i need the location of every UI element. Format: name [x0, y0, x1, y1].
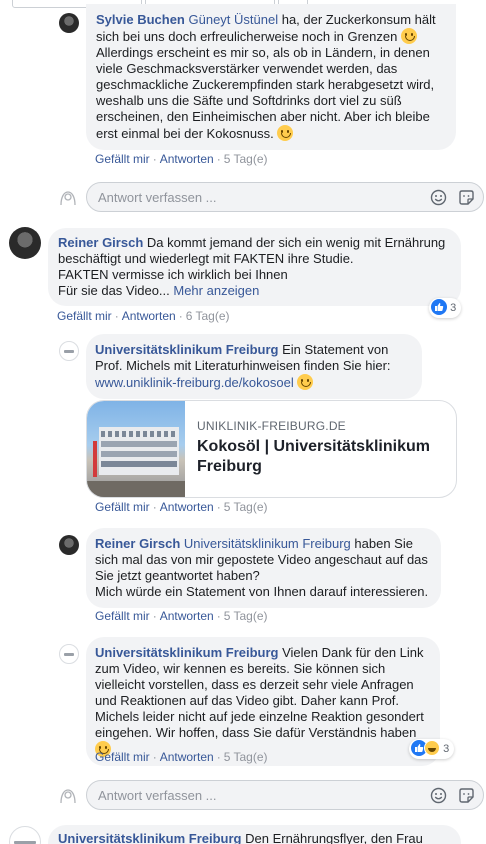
- emoji-picker-icon[interactable]: [430, 189, 447, 206]
- smiley-emoji: [400, 28, 417, 44]
- avatar[interactable]: [9, 227, 41, 259]
- reply-link[interactable]: Antworten: [160, 750, 214, 764]
- sticker-icon[interactable]: [458, 189, 475, 206]
- like-link[interactable]: Gefällt mir: [57, 309, 112, 323]
- reaction-number: 3: [450, 302, 457, 314]
- comment-text: Für sie das Video...: [58, 283, 174, 298]
- emoji-picker-icon[interactable]: [430, 787, 447, 804]
- reaction-count[interactable]: 3: [429, 298, 462, 318]
- external-link[interactable]: www.uniklinik-freiburg.de/kokosoel: [95, 375, 294, 390]
- comment-bubble: Universitätsklinikum Freiburg Ein Statem…: [86, 334, 422, 399]
- timestamp[interactable]: 5 Tag(e): [224, 750, 268, 764]
- comment-bubble: Sylvie Buchen Güneyt Üstünel ha, der Zuc…: [86, 4, 456, 150]
- avatar[interactable]: [59, 13, 79, 33]
- comment-bubble: Reiner Girsch Da kommt jemand der sich e…: [48, 228, 461, 306]
- reply-link[interactable]: Antworten: [160, 152, 214, 166]
- reply-link[interactable]: Antworten: [160, 500, 214, 514]
- comment-bubble: Universitätsklinikum Freiburg Den Ernähr…: [48, 825, 461, 844]
- reply-link[interactable]: Antworten: [122, 309, 176, 323]
- comment-actions: Gefällt mir · Antworten · 5 Tag(e): [95, 152, 268, 166]
- comment-bubble: Universitätsklinikum Freiburg Vielen Dan…: [86, 637, 440, 766]
- reply-input[interactable]: Antwort verfassen ...: [86, 182, 484, 212]
- comment-actions: Gefällt mir · Antworten · 6 Tag(e): [57, 309, 230, 323]
- reply-link[interactable]: Antworten: [160, 609, 214, 623]
- comment-author[interactable]: Universitätsklinikum Freiburg: [95, 645, 279, 660]
- see-more-link[interactable]: Mehr anzeigen: [173, 283, 259, 298]
- avatar[interactable]: [59, 341, 79, 361]
- comment-author[interactable]: Universitätsklinikum Freiburg: [95, 342, 279, 357]
- timestamp[interactable]: 6 Tag(e): [186, 309, 230, 323]
- comment-actions: Gefällt mir · Antworten · 5 Tag(e): [95, 609, 268, 623]
- like-link[interactable]: Gefällt mir: [95, 750, 150, 764]
- comment-text: FAKTEN vermisse ich wirklich bei Ihnen: [58, 267, 288, 282]
- comment-bubble: Reiner Girsch Universitätsklinikum Freib…: [86, 528, 441, 608]
- preview-domain: UNIKLINIK-FREIBURG.DE: [197, 419, 346, 433]
- like-link[interactable]: Gefällt mir: [95, 152, 150, 166]
- comment-author[interactable]: Reiner Girsch: [58, 235, 143, 250]
- haha-reaction-icon: [424, 740, 440, 756]
- current-user-avatar: [57, 187, 79, 209]
- timestamp[interactable]: 5 Tag(e): [224, 152, 268, 166]
- comment-actions: Gefällt mir · Antworten · 5 Tag(e): [95, 500, 268, 514]
- avatar[interactable]: [59, 644, 79, 664]
- comment-author[interactable]: Reiner Girsch: [95, 536, 180, 551]
- current-user-avatar: [57, 785, 79, 807]
- preview-title: Kokosöl | Universitätsklinikum Freiburg: [197, 438, 430, 475]
- like-link[interactable]: Gefällt mir: [95, 500, 150, 514]
- comment-actions: Gefällt mir · Antworten · 5 Tag(e): [95, 750, 268, 764]
- comment-author[interactable]: Universitätsklinikum Freiburg: [58, 831, 242, 844]
- avatar[interactable]: [9, 826, 41, 844]
- mention-link[interactable]: Güneyt Üstünel: [189, 12, 279, 27]
- reaction-number: 3: [443, 743, 450, 755]
- comment-text: Den Ernährungsflyer, den Frau: [241, 831, 423, 844]
- smiley-emoji: [297, 374, 314, 390]
- comment-author[interactable]: Sylvie Buchen: [96, 12, 185, 27]
- avatar[interactable]: [59, 535, 79, 555]
- comment-text: Allerdings erscheint es mir so, als ob i…: [96, 45, 435, 141]
- link-preview-card[interactable]: UNIKLINIK-FREIBURG.DE Kokosöl | Universi…: [86, 400, 457, 498]
- preview-image: [87, 401, 185, 497]
- reply-placeholder: Antwort verfassen ...: [98, 788, 217, 803]
- timestamp[interactable]: 5 Tag(e): [224, 500, 268, 514]
- smiley-emoji: [277, 125, 294, 141]
- sticker-icon[interactable]: [458, 787, 475, 804]
- timestamp[interactable]: 5 Tag(e): [224, 609, 268, 623]
- reply-placeholder: Antwort verfassen ...: [98, 190, 217, 205]
- comment-text: Mich würde ein Statement von Ihnen darau…: [95, 584, 429, 599]
- mention-link[interactable]: Universitätsklinikum Freiburg: [184, 536, 351, 551]
- like-reaction-icon: [431, 299, 447, 315]
- like-link[interactable]: Gefällt mir: [95, 609, 150, 623]
- reaction-count[interactable]: 3: [409, 739, 455, 759]
- reply-input[interactable]: Antwort verfassen ...: [86, 780, 484, 810]
